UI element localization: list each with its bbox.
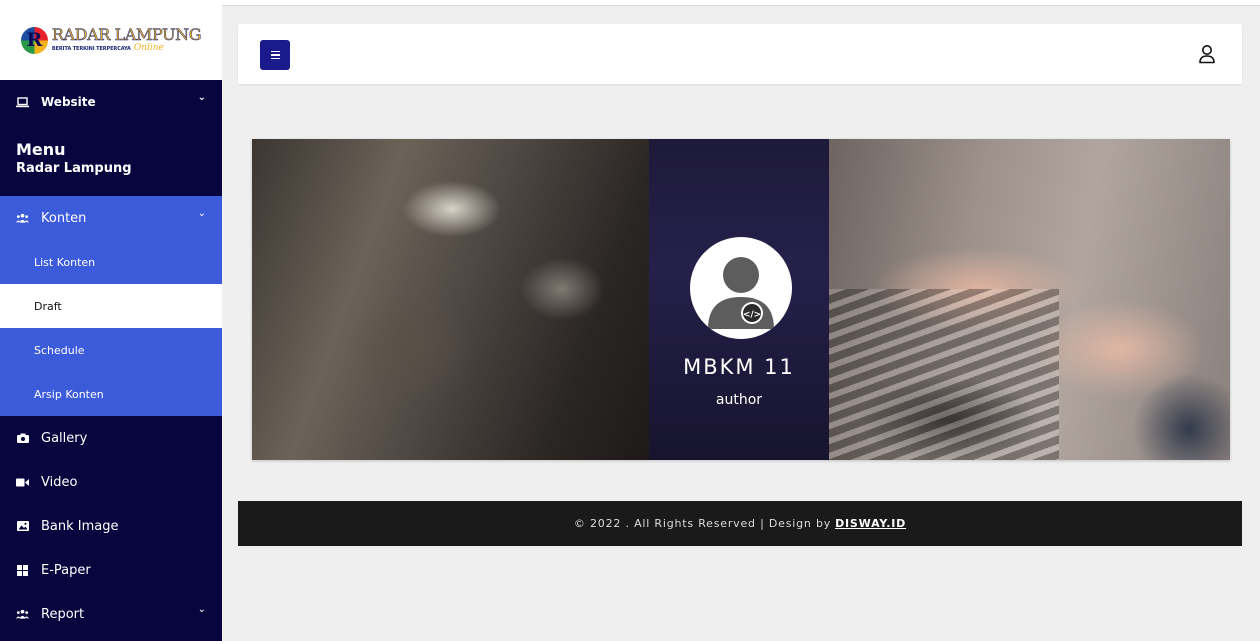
sidebar-subitem-arsip-konten[interactable]: Arsip Konten <box>0 372 222 416</box>
sidebar-item-report[interactable]: Report ⌄ <box>0 592 222 636</box>
profile-role: author <box>715 392 763 408</box>
banner-typewriter-photo <box>252 139 649 460</box>
sidebar-item-e-paper[interactable]: E-Paper <box>0 548 222 592</box>
sidebar-item-label: E-Paper <box>41 562 91 578</box>
sidebar-subitem-list-konten[interactable]: List Konten <box>0 240 222 284</box>
sidebar-item-website[interactable]: Website ⌄ <box>0 80 222 124</box>
laptop-icon <box>16 96 29 109</box>
sidebar-item-konten[interactable]: Konten ⌄ <box>0 196 222 240</box>
sidebar-item-bank-image[interactable]: Bank Image <box>0 504 222 548</box>
menu-header: Menu Radar Lampung <box>0 124 222 196</box>
menu-toggle-button[interactable] <box>260 40 290 70</box>
brand-logo[interactable]: R RADAR LAMPUNG BERITA TERKINI TERPERCAY… <box>0 0 222 80</box>
sidebar-item-label: Gallery <box>41 430 88 446</box>
profile-banner: </> MBKM 11 author <box>252 139 1230 460</box>
sidebar-item-label: Konten <box>41 210 87 226</box>
svg-text:</>: </> <box>743 310 761 320</box>
sidebar-subitem-schedule[interactable]: Schedule <box>0 328 222 372</box>
sidebar-item-video[interactable]: Video <box>0 460 222 504</box>
logo-tagline: BERITA TERKINI TERPERCAYA <box>51 46 131 52</box>
avatar: </> <box>690 237 792 339</box>
profile-name: MBKM 11 <box>683 355 795 379</box>
sidebar-item-label: Report <box>41 606 85 622</box>
top-edge <box>222 0 1260 6</box>
sidebar-item-label: Bank Image <box>41 518 119 534</box>
sidebar-item-label: Video <box>41 474 78 490</box>
sidebar: R RADAR LAMPUNG BERITA TERKINI TERPERCAY… <box>0 0 222 641</box>
grid-icon <box>16 564 29 577</box>
logo-online: Online <box>133 43 164 53</box>
chevron-down-icon: ⌄ <box>197 208 206 219</box>
image-icon <box>16 520 29 533</box>
footer-copyright: © 2022 . All Rights Reserved | Design by <box>573 517 832 530</box>
sidebar-subitem-draft[interactable]: Draft <box>0 284 222 328</box>
users-icon <box>16 608 29 621</box>
footer: © 2022 . All Rights Reserved | Design by… <box>238 501 1242 546</box>
user-icon[interactable] <box>1198 44 1216 64</box>
sidebar-item-label: Website <box>41 95 96 109</box>
video-icon <box>16 476 29 489</box>
menu-subtitle: Radar Lampung <box>16 161 132 176</box>
users-icon <box>16 212 29 225</box>
default-avatar-icon: </> <box>708 257 774 329</box>
menu-title: Menu <box>16 140 66 159</box>
chevron-down-icon: ⌄ <box>197 92 206 103</box>
top-bar <box>238 24 1242 84</box>
sidebar-item-gallery[interactable]: Gallery <box>0 416 222 460</box>
logo-name: RADAR LAMPUNG <box>51 25 202 44</box>
logo-mark: R <box>20 26 48 54</box>
camera-icon <box>16 432 29 445</box>
banner-typing-hands-photo <box>829 139 1230 460</box>
chevron-down-icon: ⌄ <box>197 604 206 615</box>
footer-link-disway[interactable]: DISWAY.ID <box>835 517 906 530</box>
